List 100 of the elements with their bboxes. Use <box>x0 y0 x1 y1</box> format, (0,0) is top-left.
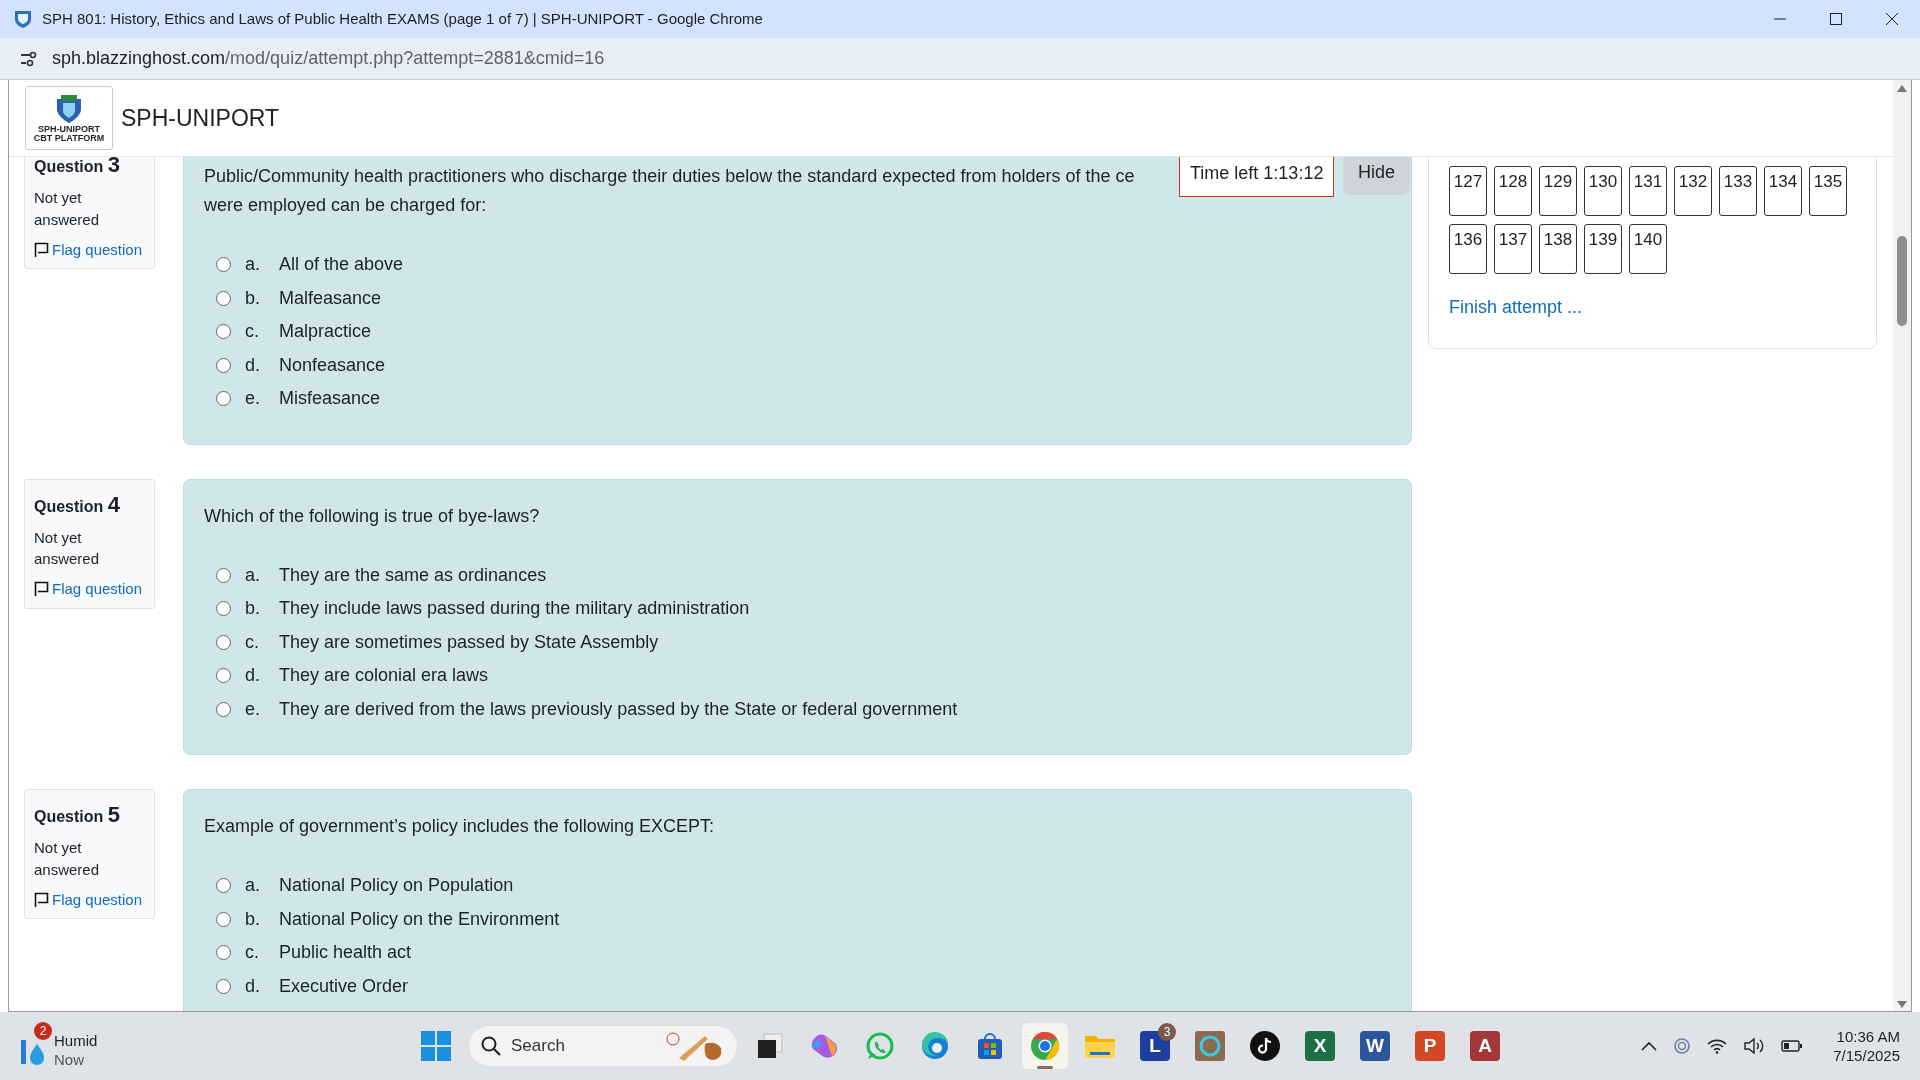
radio-button[interactable] <box>216 945 231 961</box>
maximize-icon[interactable] <box>1830 13 1842 25</box>
question-nav-button[interactable]: 129 <box>1539 166 1577 216</box>
question-nav-button[interactable]: 135 <box>1809 166 1847 216</box>
radio-button[interactable] <box>216 978 231 994</box>
app-tile-icon: X <box>1305 1031 1335 1061</box>
question-number: Question 5 <box>34 801 122 829</box>
scrollbar-thumb[interactable] <box>1897 236 1907 326</box>
windows-logo-icon <box>421 1031 451 1061</box>
shopping-bag-icon <box>975 1031 1005 1061</box>
clock[interactable]: 10:36 AM 7/15/2025 <box>1833 1026 1900 1066</box>
option-text: They include laws passed during the military administration <box>279 597 750 621</box>
option-text: They are colonial era laws <box>279 664 489 688</box>
radio-button[interactable] <box>216 324 231 340</box>
question-status: Not yet answered <box>34 838 101 880</box>
option-text: Public health act <box>279 941 412 965</box>
option-letter: d. <box>245 353 261 377</box>
question-nav-button[interactable]: 130 <box>1584 166 1622 216</box>
option-letter: c. <box>245 320 260 344</box>
phone-bubble-icon <box>865 1031 895 1061</box>
option-letter: e. <box>245 387 261 411</box>
radio-button[interactable] <box>216 601 231 617</box>
option-letter: d. <box>245 664 261 688</box>
option-text: Malfeasance <box>279 286 382 310</box>
weather-title: Humid <box>54 1032 98 1051</box>
radio-button[interactable] <box>216 911 231 927</box>
app-tile-icon: P <box>1415 1031 1445 1061</box>
radio-button[interactable] <box>216 668 231 684</box>
music-note-icon <box>1250 1031 1280 1061</box>
app-tile-icon: A <box>1470 1031 1500 1061</box>
chevron-up-icon[interactable] <box>1641 1041 1658 1051</box>
option-text: Malpractice <box>279 320 372 344</box>
option-letter: d. <box>245 974 261 998</box>
search-box[interactable]: Search <box>468 1025 738 1067</box>
option-text: They are sometimes passed by State Assembly <box>279 630 659 654</box>
wifi-icon[interactable] <box>1707 1038 1728 1054</box>
radio-button[interactable] <box>216 357 231 373</box>
ring-icon[interactable] <box>1673 1036 1692 1056</box>
flag-question-link[interactable]: Flag question <box>34 888 145 911</box>
app-badge: 3 <box>1158 1023 1176 1041</box>
option-text: Executive Order <box>279 974 409 998</box>
question-nav-button[interactable]: 134 <box>1764 166 1802 216</box>
question-nav-button[interactable]: 131 <box>1629 166 1667 216</box>
flag-question-link[interactable]: Flag question <box>34 238 145 261</box>
close-icon[interactable] <box>1886 13 1898 25</box>
option-text: They are the same as ordinances <box>279 563 547 587</box>
finish-attempt-link[interactable]: Finish attempt ... <box>1449 294 1583 321</box>
question-nav-button[interactable]: 132 <box>1674 166 1712 216</box>
question-nav-button[interactable]: 136 <box>1449 224 1487 274</box>
taskbar-app-button[interactable]: W <box>1352 1023 1398 1069</box>
option-text: They are derived from the laws previously passed by the State or federal government <box>279 697 958 721</box>
taskbar-app-button[interactable]: A <box>1462 1023 1508 1069</box>
stacked-squares-icon <box>756 1032 784 1060</box>
question-status: Not yet answered <box>34 527 101 570</box>
option-letter: e. <box>245 697 261 721</box>
scrollbar[interactable] <box>1893 80 1911 1011</box>
option-letter: a. <box>245 563 261 587</box>
radio-button[interactable] <box>216 878 231 894</box>
option-letter: a. <box>245 253 261 277</box>
volume-icon[interactable] <box>1743 1037 1766 1055</box>
question-number: Question 4 <box>34 490 122 519</box>
question-nav-button[interactable]: 138 <box>1539 224 1577 274</box>
question-nav-button[interactable]: 137 <box>1494 224 1532 274</box>
radio-button[interactable] <box>216 701 231 717</box>
option-letter: b. <box>245 907 261 931</box>
window-title: SPH 801: History, Ethics and Laws of Public Health EXAMS (page 1 of 7) | SPH-UNIPORT - Google Chrome <box>42 8 763 29</box>
flag-icon <box>34 891 49 908</box>
site-logo[interactable]: SPH-UNIPORT CBT PLATFORM <box>25 86 113 150</box>
question-text: Which of the following is true of bye-laws? <box>204 504 540 528</box>
radio-button[interactable] <box>216 290 231 306</box>
radio-button[interactable] <box>216 634 231 650</box>
shield-icon <box>14 9 32 29</box>
timer-box: Time left 1:13:12 <box>1179 157 1335 197</box>
question-nav-button[interactable]: 139 <box>1584 224 1622 274</box>
radio-button[interactable] <box>216 257 231 273</box>
question-nav-button[interactable]: 133 <box>1719 166 1757 216</box>
question-nav-button[interactable]: 140 <box>1629 224 1667 274</box>
option-letter: a. <box>245 874 261 898</box>
wave-circle-icon <box>920 1031 950 1061</box>
taskbar-app-button[interactable]: P <box>1407 1023 1453 1069</box>
scroll-up-icon[interactable] <box>1897 84 1907 92</box>
option-letter: b. <box>245 286 261 310</box>
notification-badge: 2 <box>34 1022 52 1041</box>
battery-icon[interactable] <box>1781 1039 1804 1053</box>
radio-button[interactable] <box>216 567 231 583</box>
option-letter: c. <box>245 630 260 654</box>
radio-button[interactable] <box>216 391 231 407</box>
taskbar-app-button[interactable]: X <box>1297 1023 1343 1069</box>
site-name[interactable]: SPH-UNIPORT <box>121 100 280 136</box>
url-text[interactable]: sph.blazzinghost.com/mod/quiz/attempt.php?attempt=2881&cmid=16 <box>52 45 605 72</box>
flag-question-link[interactable]: Flag question <box>34 578 145 601</box>
question-nav-button[interactable]: 128 <box>1494 166 1532 216</box>
ring-app-icon <box>1195 1031 1225 1061</box>
question-nav-button[interactable]: 127 <box>1449 166 1487 216</box>
weather-widget[interactable]: 2 Humid Now <box>20 1022 98 1070</box>
hide-button[interactable]: Hide <box>1343 157 1411 195</box>
app-tile-icon: W <box>1360 1031 1390 1061</box>
scroll-down-icon[interactable] <box>1897 1001 1907 1009</box>
option-text: Misfeasance <box>279 387 381 411</box>
site-settings-icon[interactable] <box>20 50 38 67</box>
